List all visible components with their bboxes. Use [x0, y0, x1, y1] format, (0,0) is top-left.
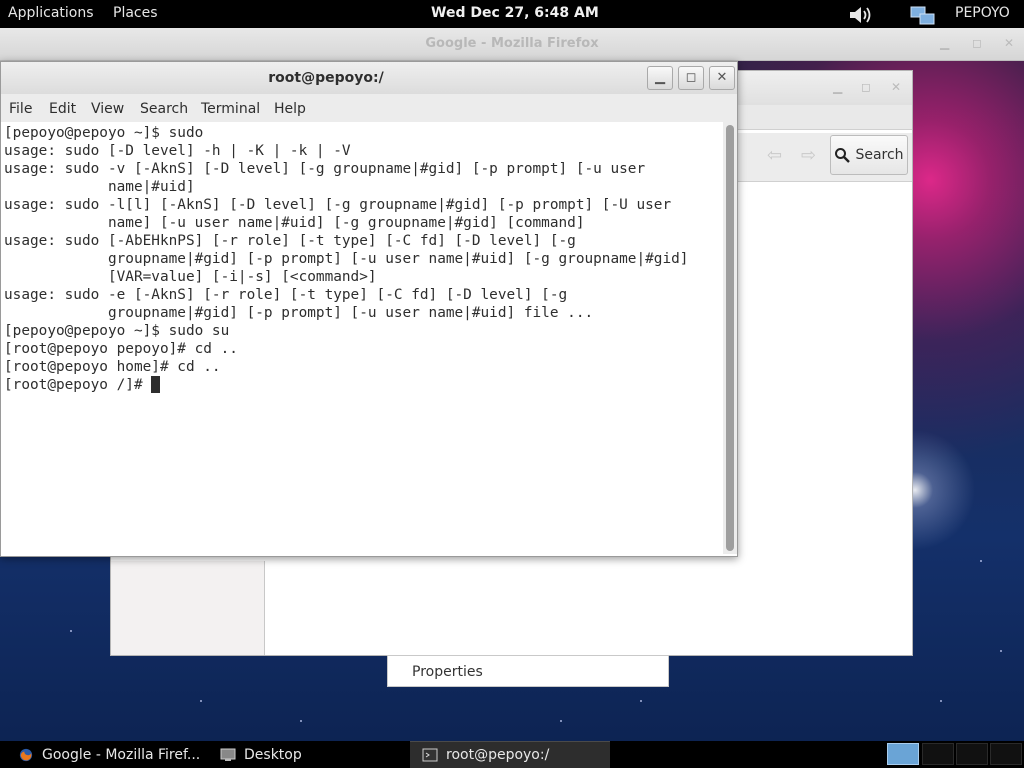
clock[interactable]: Wed Dec 27, 6:48 AM: [431, 5, 599, 21]
terminal-line: usage: sudo -l[l] [-AknS] [-D level] [-g…: [4, 197, 672, 213]
context-menu: Properties: [387, 655, 669, 687]
menu-item-properties[interactable]: Properties: [412, 664, 483, 680]
taskbar-label: Google - Mozilla Firef...: [42, 746, 201, 763]
terminal-window-title: root@pepoyo:/: [268, 70, 384, 86]
menu-search[interactable]: Search: [140, 101, 188, 117]
terminal-line: [root@pepoyo pepoyo]# cd ..: [4, 341, 238, 357]
terminal-line: [VAR=value] [-i|-s] [<command>]: [4, 269, 377, 285]
bg-maximize-icon[interactable]: ◻: [861, 80, 871, 94]
terminal-scrollbar[interactable]: [723, 122, 737, 554]
terminal-line: [root@pepoyo home]# cd ..: [4, 359, 221, 375]
terminal-line: name] [-u user name|#uid] [-g groupname|…: [4, 215, 585, 231]
terminal-prompt: [root@pepoyo /]#: [4, 377, 152, 393]
taskbar-item-desktop[interactable]: Desktop: [208, 741, 408, 768]
close-button[interactable]: ✕: [709, 66, 735, 90]
taskbar-label: root@pepoyo:/: [446, 747, 550, 763]
terminal-menubar: File Edit View Search Terminal Help: [1, 94, 737, 122]
minimize-button[interactable]: ▁: [647, 66, 673, 90]
bg-close-icon[interactable]: ✕: [891, 80, 901, 94]
user-menu[interactable]: PEPOYO: [955, 5, 1010, 21]
terminal-line: [pepoyo@pepoyo ~]$ sudo: [4, 125, 204, 141]
terminal-titlebar[interactable]: root@pepoyo:/ ▁ ◻ ✕: [1, 62, 737, 94]
search-button[interactable]: Search: [830, 135, 908, 175]
minimize-icon: ▁: [655, 70, 665, 85]
applications-menu[interactable]: Applications: [8, 5, 94, 21]
terminal-icon: [422, 748, 438, 762]
terminal-line: name|#uid]: [4, 179, 195, 195]
places-menu[interactable]: Places: [113, 5, 158, 21]
maximize-button[interactable]: ◻: [678, 66, 704, 90]
scrollbar-thumb[interactable]: [726, 125, 734, 551]
firefox-close-icon[interactable]: ✕: [1004, 36, 1014, 50]
taskbar-item-firefox[interactable]: Google - Mozilla Firef...: [6, 741, 206, 768]
taskbar-item-terminal[interactable]: root@pepoyo:/: [410, 741, 610, 768]
firefox-icon: [19, 748, 33, 761]
workspace-4[interactable]: [990, 743, 1022, 765]
menu-file[interactable]: File: [9, 101, 32, 117]
terminal-output[interactable]: [pepoyo@pepoyo ~]$ sudo usage: sudo [-D …: [1, 122, 723, 554]
maximize-icon: ◻: [685, 70, 697, 85]
firefox-titlebar[interactable]: Google - Mozilla Firefox ▁ ◻ ✕: [0, 28, 1024, 61]
menu-view[interactable]: View: [91, 101, 124, 117]
workspace-2[interactable]: [922, 743, 954, 765]
terminal-window: root@pepoyo:/ ▁ ◻ ✕ File Edit View Searc…: [0, 61, 738, 557]
taskbar-label: Desktop: [244, 746, 302, 763]
search-icon: [835, 148, 851, 163]
terminal-line: usage: sudo [-D level] -h | -K | -k | -V: [4, 143, 351, 159]
close-icon: ✕: [716, 70, 728, 85]
terminal-line: usage: sudo -e [-AknS] [-r role] [-t typ…: [4, 287, 568, 303]
terminal-cursor: [151, 376, 161, 393]
back-arrow-icon[interactable]: ⇦: [767, 145, 782, 166]
menu-edit[interactable]: Edit: [49, 101, 76, 117]
terminal-line: groupname|#gid] [-p prompt] [-u user nam…: [4, 251, 689, 267]
terminal-line: usage: sudo -v [-AknS] [-D level] [-g gr…: [4, 161, 646, 177]
workspace-3[interactable]: [956, 743, 988, 765]
firefox-window-title: Google - Mozilla Firefox: [425, 36, 599, 51]
terminal-line: [pepoyo@pepoyo ~]$ sudo su: [4, 323, 230, 339]
sidebar-pane: [111, 561, 265, 655]
bg-minimize-icon[interactable]: ▁: [833, 80, 842, 94]
firefox-minimize-icon[interactable]: ▁: [940, 36, 949, 50]
forward-arrow-icon[interactable]: ⇨: [801, 145, 816, 166]
bottom-panel: Google - Mozilla Firef... Desktop root@p…: [0, 741, 1024, 768]
firefox-maximize-icon[interactable]: ◻: [972, 36, 982, 50]
terminal-line: groupname|#gid] [-p prompt] [-u user nam…: [4, 305, 594, 321]
menu-terminal[interactable]: Terminal: [201, 101, 260, 117]
search-button-label: Search: [855, 147, 904, 163]
terminal-line: usage: sudo [-AbEHknPS] [-r role] [-t ty…: [4, 233, 576, 249]
terminal-prompt-line[interactable]: [root@pepoyo /]#: [4, 376, 723, 394]
volume-icon[interactable]: [848, 5, 874, 29]
menu-help[interactable]: Help: [274, 101, 306, 117]
workspace-1[interactable]: [887, 743, 919, 765]
desktop-icon: [220, 748, 236, 761]
top-panel: Applications Places Wed Dec 27, 6:48 AM …: [0, 0, 1024, 28]
